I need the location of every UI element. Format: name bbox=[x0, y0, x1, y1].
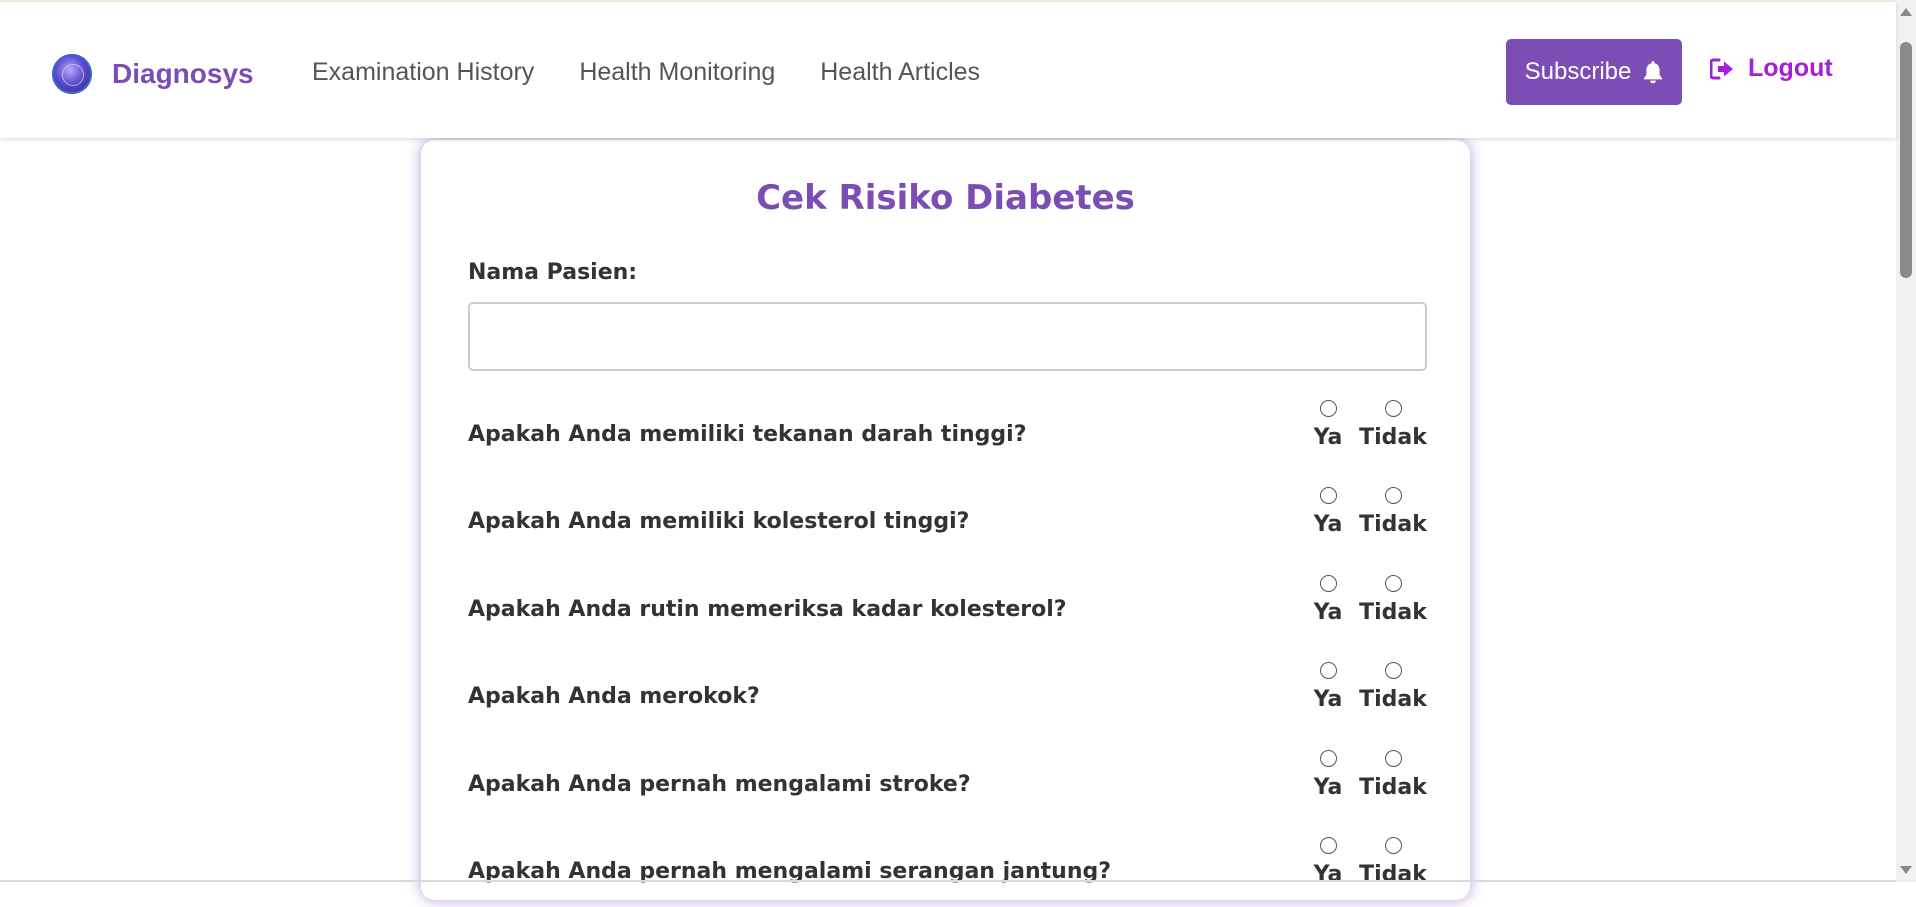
radio-no[interactable] bbox=[1384, 837, 1402, 854]
subscribe-label: Subscribe bbox=[1524, 58, 1632, 85]
radio-yes[interactable] bbox=[1319, 487, 1337, 504]
nav-link-health-monitoring[interactable]: Health Monitoring bbox=[579, 54, 775, 90]
radio-yes[interactable] bbox=[1319, 837, 1337, 854]
radio-yes[interactable] bbox=[1319, 575, 1337, 592]
nav-links: Examination History Health Monitoring He… bbox=[312, 54, 1025, 90]
question-row: Apakah Anda rutin memeriksa kadar kolest… bbox=[468, 575, 1428, 645]
sign-out-icon bbox=[1710, 58, 1733, 79]
navbar: Diagnosys Examination History Health Mon… bbox=[0, 2, 1896, 138]
brand[interactable]: Diagnosys bbox=[52, 54, 254, 94]
question-text: Apakah Anda pernah mengalami stroke? bbox=[468, 772, 971, 797]
risk-form-card: Cek Risiko Diabetes Nama Pasien: Apakah … bbox=[421, 140, 1470, 900]
option-no-label: Tidak bbox=[1359, 775, 1427, 800]
question-row: Apakah Anda pernah mengalami stroke? Ya … bbox=[468, 750, 1428, 820]
radio-yes[interactable] bbox=[1319, 662, 1337, 679]
subscribe-button[interactable]: Subscribe bbox=[1506, 39, 1682, 105]
option-no-label: Tidak bbox=[1359, 425, 1427, 450]
radio-no[interactable] bbox=[1384, 487, 1402, 504]
radio-no[interactable] bbox=[1384, 575, 1402, 592]
question-text: Apakah Anda merokok? bbox=[468, 684, 760, 709]
option-no-label: Tidak bbox=[1359, 600, 1427, 625]
question-row: Apakah Anda memiliki tekanan darah tingg… bbox=[468, 400, 1428, 470]
scrollbar-thumb[interactable] bbox=[1900, 42, 1912, 278]
bell-icon bbox=[1644, 61, 1663, 84]
logout-label: Logout bbox=[1748, 54, 1833, 82]
nav-link-examination-history[interactable]: Examination History bbox=[312, 54, 534, 90]
radio-no[interactable] bbox=[1384, 400, 1402, 417]
patient-name-input[interactable] bbox=[468, 302, 1427, 371]
option-no: Tidak bbox=[1353, 400, 1433, 450]
option-no: Tidak bbox=[1353, 662, 1433, 712]
option-no: Tidak bbox=[1353, 487, 1433, 537]
option-no-label: Tidak bbox=[1359, 862, 1427, 887]
question-row: Apakah Anda merokok? Ya Tidak bbox=[468, 662, 1428, 732]
radio-no[interactable] bbox=[1384, 662, 1402, 679]
question-text: Apakah Anda rutin memeriksa kadar kolest… bbox=[468, 597, 1067, 622]
radio-no[interactable] bbox=[1384, 750, 1402, 767]
option-no: Tidak bbox=[1353, 575, 1433, 625]
brand-globe-icon bbox=[52, 54, 92, 94]
nav-link-health-articles[interactable]: Health Articles bbox=[820, 54, 980, 90]
option-no: Tidak bbox=[1353, 750, 1433, 800]
option-no-label: Tidak bbox=[1359, 512, 1427, 537]
brand-name[interactable]: Diagnosys bbox=[112, 58, 254, 90]
radio-yes[interactable] bbox=[1319, 750, 1337, 767]
question-row: Apakah Anda pernah mengalami serangan ja… bbox=[468, 837, 1428, 907]
scroll-down-arrow-icon[interactable] bbox=[1900, 866, 1912, 874]
option-no-label: Tidak bbox=[1359, 687, 1427, 712]
question-text: Apakah Anda memiliki kolesterol tinggi? bbox=[468, 509, 970, 534]
scroll-up-arrow-icon[interactable] bbox=[1900, 8, 1912, 16]
logout-link[interactable]: Logout bbox=[1710, 54, 1833, 83]
question-row: Apakah Anda memiliki kolesterol tinggi? … bbox=[468, 487, 1428, 557]
radio-yes[interactable] bbox=[1319, 400, 1337, 417]
form-title: Cek Risiko Diabetes bbox=[756, 178, 1135, 218]
question-text: Apakah Anda memiliki tekanan darah tingg… bbox=[468, 422, 1027, 447]
vertical-scrollbar[interactable] bbox=[1896, 0, 1916, 882]
patient-name-label: Nama Pasien: bbox=[468, 260, 638, 285]
